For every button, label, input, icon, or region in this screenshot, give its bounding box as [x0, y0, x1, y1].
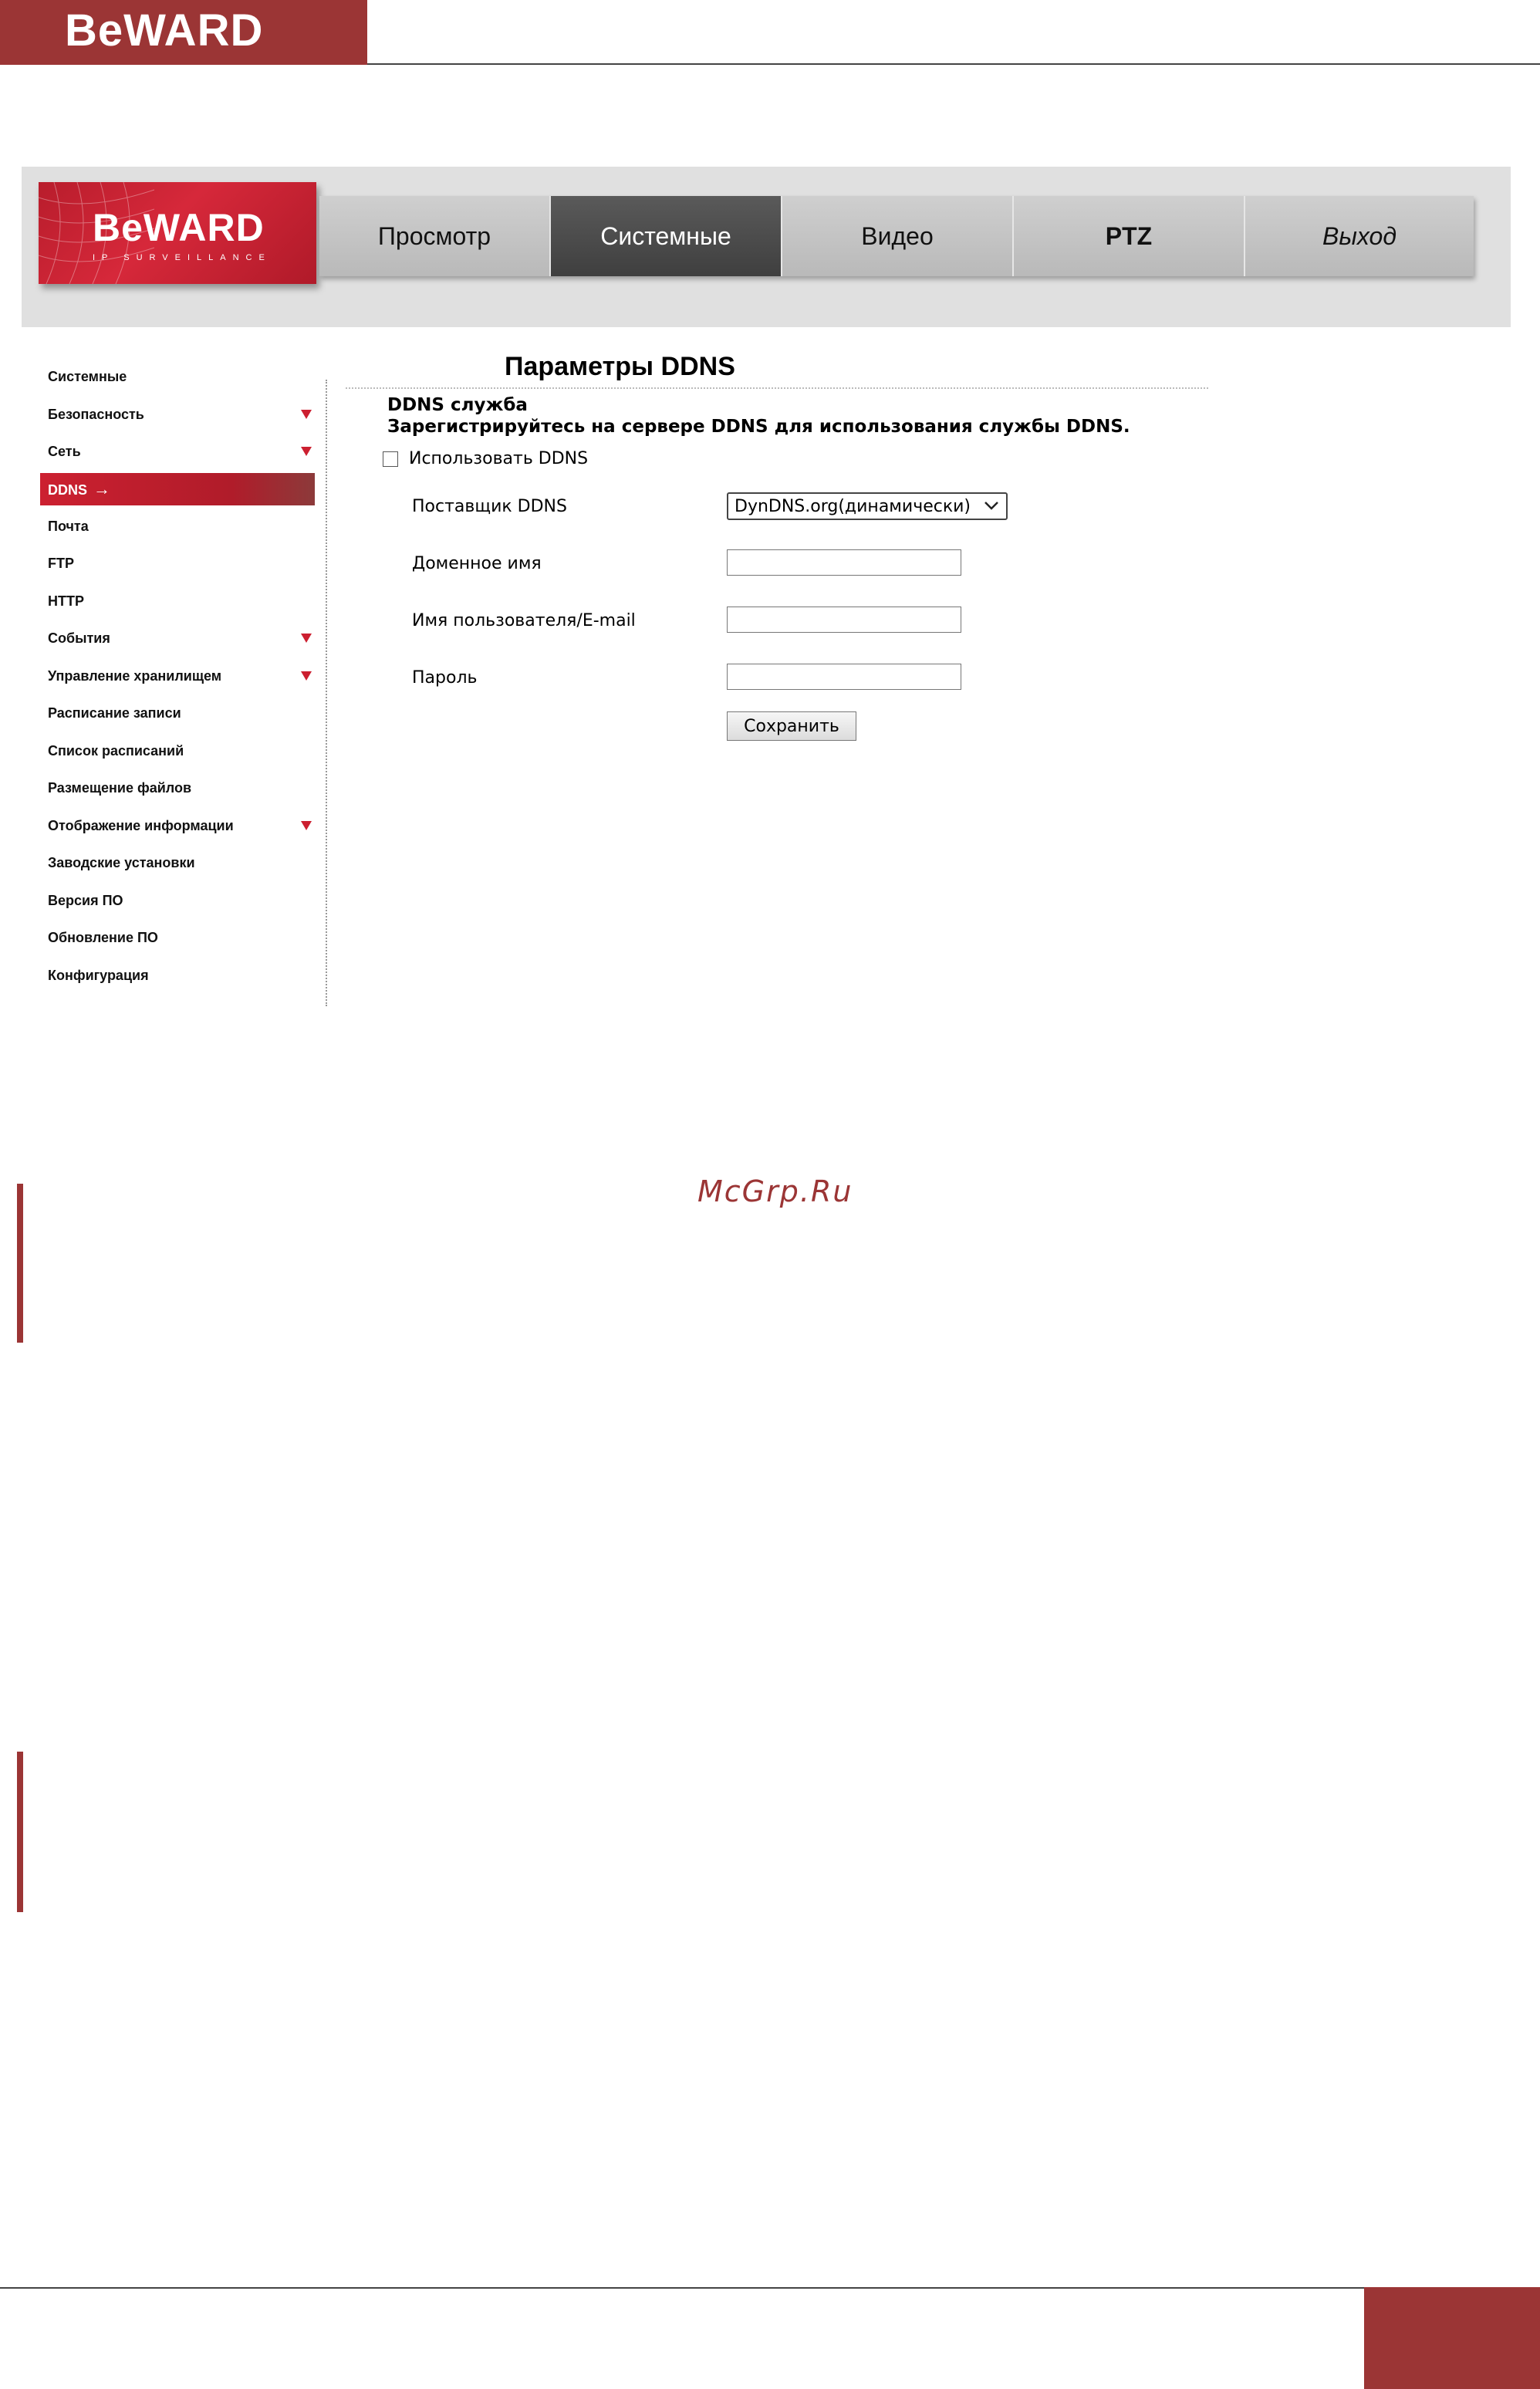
sidebar-item-storage[interactable]: Управление хранилищем: [22, 657, 323, 695]
margin-marker: [17, 1752, 23, 1912]
sidebar-item-file-location[interactable]: Размещение файлов: [22, 769, 323, 807]
app-logo: BeWARD IP SURVEILLANCE: [39, 182, 316, 284]
use-ddns-checkbox[interactable]: [383, 451, 398, 467]
right-arrow-icon: →: [93, 478, 111, 498]
sidebar-item-record-schedule[interactable]: Расписание записи: [22, 694, 323, 732]
page-header-band: BeWARD: [0, 0, 367, 65]
section-description: Зарегистрируйтесь на сервере DDNS для ис…: [387, 417, 1130, 437]
sidebar-item-events[interactable]: События: [22, 620, 323, 657]
sidebar-item-factory-defaults[interactable]: Заводские установки: [22, 844, 323, 882]
sidebar-item-label: Версия ПО: [48, 892, 123, 908]
sidebar-item-label: Отображение информации: [48, 817, 234, 833]
section-heading: DDNS служба: [387, 395, 528, 415]
expand-arrow-icon: [301, 409, 312, 419]
tab-system[interactable]: Системные: [551, 196, 782, 276]
sidebar-item-system[interactable]: Системные: [22, 358, 323, 396]
app-logo-subtitle: IP SURVEILLANCE: [93, 253, 272, 262]
sidebar-item-label: FTP: [48, 556, 74, 571]
expand-arrow-icon: [301, 671, 312, 681]
sidebar-item-label: HTTP: [48, 593, 84, 609]
sidebar-item-firmware-version[interactable]: Версия ПО: [22, 882, 323, 920]
provider-select[interactable]: DynDNS.org(динамически): [727, 492, 1008, 520]
chevron-down-icon: [984, 502, 998, 510]
sidebar-item-label: Сеть: [48, 444, 81, 459]
expand-arrow-icon: [301, 447, 312, 456]
sidebar-item-label: Список расписаний: [48, 742, 184, 759]
password-label: Пароль: [412, 668, 478, 688]
sidebar-item-label: DDNS: [48, 482, 88, 498]
sidebar-item-network[interactable]: Сеть: [22, 433, 323, 471]
sidebar-item-firmware-update[interactable]: Обновление ПО: [22, 919, 323, 957]
sidebar-item-label: Расписание записи: [48, 705, 181, 721]
sidebar-item-label: Почта: [48, 518, 89, 534]
watermark: McGrp.Ru: [697, 1174, 853, 1208]
sidebar-item-label: Конфигурация: [48, 967, 149, 983]
tab-video[interactable]: Видео: [782, 196, 1014, 276]
footer-band: [1364, 2287, 1540, 2389]
expand-arrow-icon: [301, 820, 312, 830]
margin-marker: [17, 1184, 23, 1343]
username-label: Имя пользователя/E-mail: [412, 611, 636, 630]
sidebar-item-label: Размещение файлов: [48, 780, 192, 796]
page-title: Параметры DDNS: [505, 352, 735, 381]
sidebar-item-label: Системные: [48, 369, 127, 384]
header-divider: [367, 63, 1540, 65]
app-window: BeWARD IP SURVEILLANCE Просмотр Системны…: [22, 167, 1511, 1015]
sidebar-item-label: Управление хранилищем: [48, 667, 222, 684]
sidebar-item-ddns[interactable]: DDNS →: [40, 472, 315, 505]
sidebar-item-label: Обновление ПО: [48, 930, 158, 945]
provider-select-value: DynDNS.org(динамически): [735, 496, 971, 516]
domain-label: Доменное имя: [412, 554, 542, 573]
sidebar-item-info-display[interactable]: Отображение информации: [22, 807, 323, 845]
username-input[interactable]: [727, 607, 961, 633]
sidebar-item-ftp[interactable]: FTP: [22, 545, 323, 583]
sidebar-item-mail[interactable]: Почта: [22, 508, 323, 546]
tab-ptz[interactable]: PTZ: [1014, 196, 1245, 276]
sidebar-item-label: События: [48, 630, 110, 646]
sidebar: Системные Безопасность Сеть DDNS → Почта …: [22, 358, 323, 994]
use-ddns-row: Использовать DDNS: [383, 449, 588, 468]
use-ddns-label: Использовать DDNS: [409, 449, 589, 468]
sidebar-item-schedule-list[interactable]: Список расписаний: [22, 732, 323, 770]
main-navigation: Просмотр Системные Видео PTZ Выход: [319, 196, 1474, 276]
sidebar-item-label: Заводские установки: [48, 855, 195, 870]
tab-logout[interactable]: Выход: [1245, 196, 1474, 276]
expand-arrow-icon: [301, 634, 312, 643]
app-header: BeWARD IP SURVEILLANCE Просмотр Системны…: [22, 167, 1511, 327]
sidebar-divider: [326, 380, 327, 1006]
sidebar-item-security[interactable]: Безопасность: [22, 396, 323, 434]
save-button[interactable]: Сохранить: [727, 711, 856, 741]
brand-logo: BeWARD: [65, 5, 264, 56]
title-divider: [346, 387, 1208, 389]
sidebar-item-http[interactable]: HTTP: [22, 583, 323, 620]
sidebar-item-configuration[interactable]: Конфигурация: [22, 957, 323, 995]
footer-divider: [0, 2287, 1364, 2289]
app-logo-text: BeWARD: [93, 206, 265, 249]
sidebar-item-label: Безопасность: [48, 406, 144, 422]
tab-view[interactable]: Просмотр: [319, 196, 551, 276]
domain-input[interactable]: [727, 549, 961, 576]
password-input[interactable]: [727, 664, 961, 690]
provider-label: Поставщик DDNS: [412, 497, 567, 516]
